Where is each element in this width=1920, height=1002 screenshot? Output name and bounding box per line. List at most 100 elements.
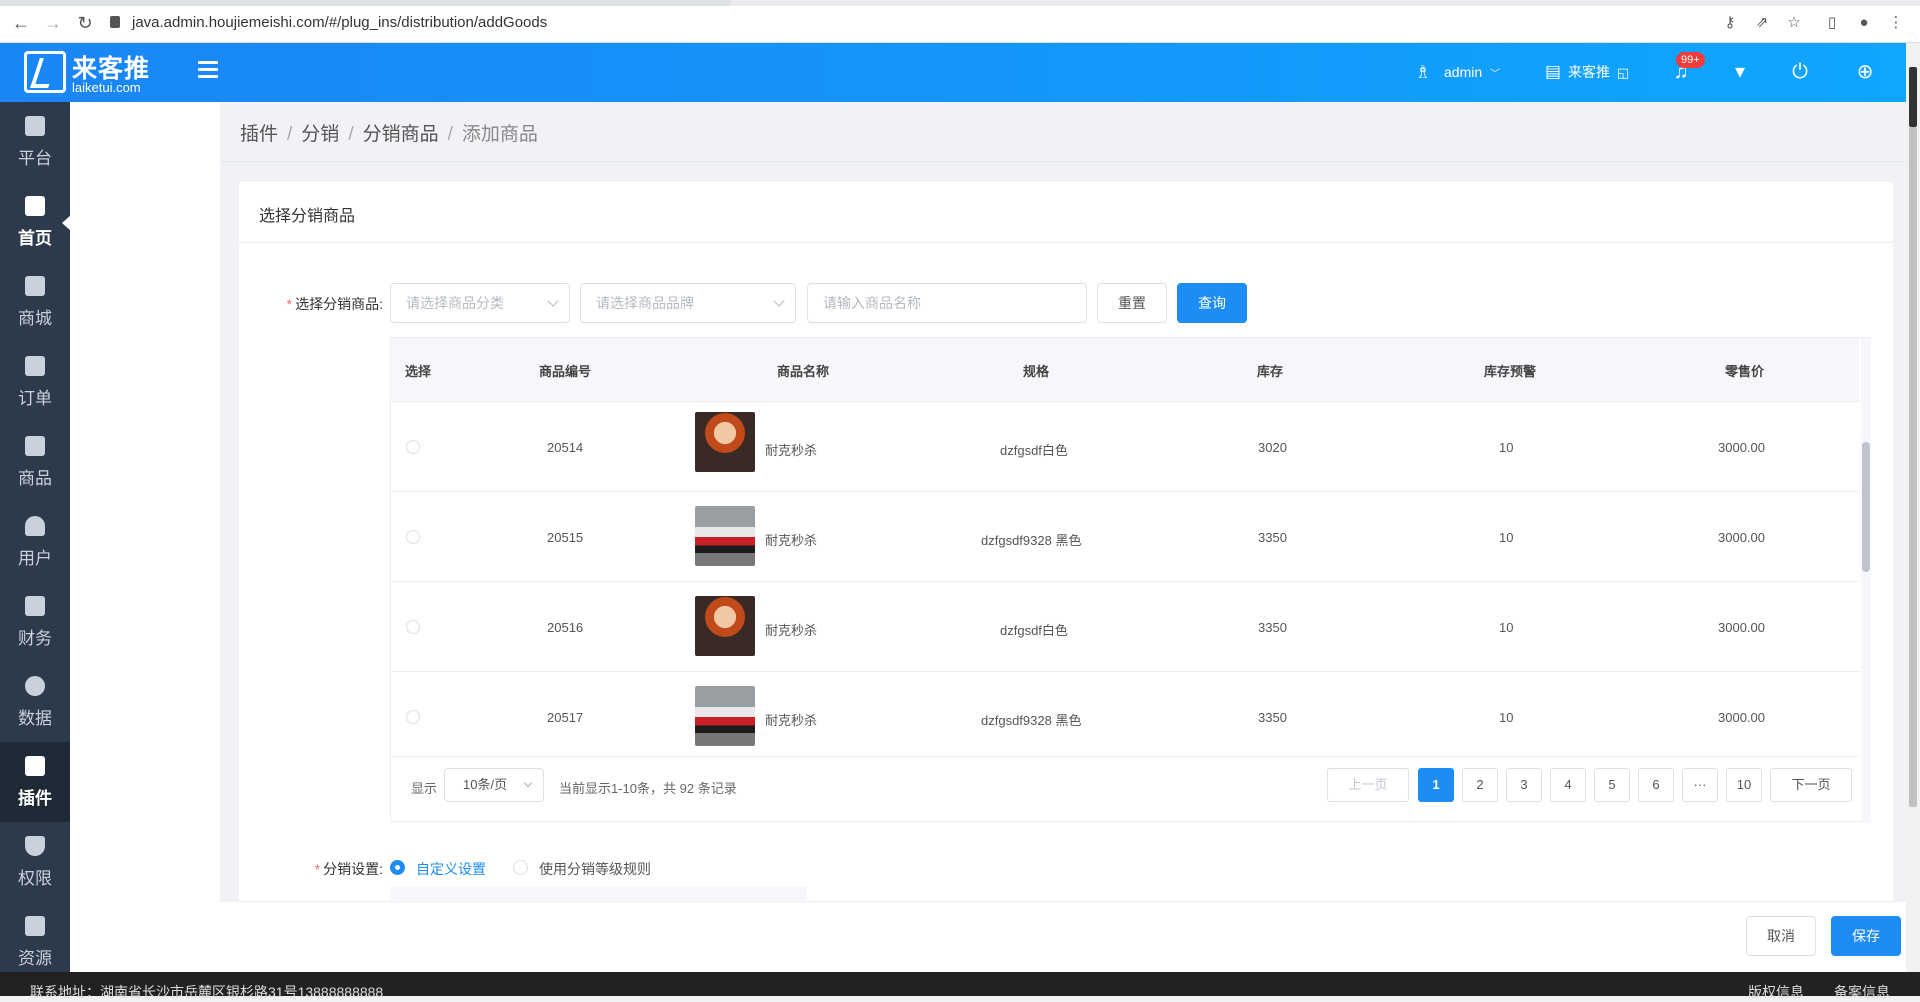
logo-icon[interactable] [24, 51, 66, 93]
goods-thumbnail [695, 506, 755, 566]
required-asterisk: * [286, 296, 293, 312]
col-goods-name: 商品名称 [777, 364, 830, 379]
breadcrumb-item-distribution[interactable]: 分销 [301, 124, 339, 145]
cancel-button[interactable]: 取消 [1746, 916, 1816, 956]
power-icon[interactable]: ⏻ [1787, 60, 1813, 84]
sidebar-item-label: 订单 [18, 389, 52, 408]
side-panel-icon[interactable]: ▯ [1822, 12, 1842, 34]
row-select-radio[interactable] [406, 710, 420, 724]
sidebar-item-orders[interactable]: 订单 [0, 342, 70, 422]
key-icon[interactable]: ⚷ [1720, 12, 1740, 34]
footer-record-link[interactable]: 备案信息 [1834, 982, 1890, 1002]
goods-name-input[interactable]: 请输入商品名称 [807, 283, 1087, 323]
sidebar-item-finance[interactable]: 财务 [0, 582, 70, 662]
goods-stock-warning: 10 [1499, 440, 1514, 455]
row-select-radio[interactable] [406, 620, 420, 634]
share-icon[interactable]: ⇗ [1752, 12, 1772, 34]
back-arrow-icon[interactable]: ← [10, 12, 32, 34]
table-row[interactable]: 20514 耐克秒杀 dzfgsdf白色 3020 10 3000.00 [391, 402, 1859, 492]
radio-unchecked [513, 860, 528, 875]
sidebar-item-users[interactable]: 用户 [0, 502, 70, 582]
browser-chrome: ← → ↻ java.admin.houjiemeishi.com/#/plug… [0, 0, 1920, 43]
store-name: 来客推 [1568, 64, 1610, 80]
platform-icon [25, 116, 45, 136]
goods-stock-warning: 10 [1499, 620, 1514, 635]
goods-name: 耐克秒杀 [765, 713, 818, 728]
browser-tab-gap [730, 0, 1920, 6]
bookmark-star-icon[interactable]: ☆ [1784, 12, 1804, 34]
card-title: 选择分销商品 [259, 208, 356, 225]
query-button[interactable]: 查询 [1177, 283, 1247, 323]
menu-toggle-icon[interactable] [198, 61, 218, 79]
browser-menu-icon[interactable]: ⋮ [1886, 12, 1906, 34]
sidebar-item-label: 平台 [18, 149, 52, 168]
distribution-label-text: 分销设置: [323, 861, 383, 877]
radio-custom-setting[interactable]: 自定义设置 [390, 859, 500, 877]
breadcrumb-separator: / [348, 124, 354, 145]
page-button-1[interactable]: 1 [1418, 768, 1454, 802]
table-scrollbar[interactable] [1861, 338, 1871, 821]
user-menu[interactable]: admin ﹀ [1444, 61, 1500, 86]
page-scrollbar-thumb[interactable] [1909, 127, 1917, 807]
row-select-radio[interactable] [406, 530, 420, 544]
page-ellipsis-button[interactable]: ··· [1682, 768, 1718, 802]
sidebar-item-home[interactable]: 首页 [0, 182, 70, 262]
select-goods-card: 选择分销商品 * 选择分销商品: 请选择商品分类 请选择商品品牌 请输入商品名称 … [239, 182, 1893, 902]
page-button-4[interactable]: 4 [1550, 768, 1586, 802]
breadcrumb-item-plugins[interactable]: 插件 [240, 124, 278, 145]
shirt-icon[interactable]: ▾ [1727, 60, 1753, 84]
category-select[interactable]: 请选择商品分类 [390, 283, 570, 323]
brand-select-placeholder: 请选择商品品牌 [596, 295, 694, 311]
goods-thumbnail [695, 686, 755, 746]
sidebar-item-plugins[interactable]: 插件 [0, 742, 70, 822]
sidebar-item-data[interactable]: 数据 [0, 662, 70, 742]
page-size-select[interactable]: 10条/页 [444, 768, 544, 802]
user-name: admin [1444, 64, 1483, 80]
footer-copyright-link[interactable]: 版权信息 [1748, 982, 1804, 1002]
goods-stock: 3020 [1258, 440, 1287, 455]
reset-button[interactable]: 重置 [1097, 283, 1167, 323]
goods-price: 3000.00 [1718, 530, 1765, 545]
browser-tabstrip [0, 0, 1920, 6]
col-stock: 库存 [1257, 364, 1284, 379]
sidebar-item-label: 数据 [18, 709, 52, 728]
page-scrollbar-top[interactable] [1909, 67, 1917, 127]
sidebar-item-goods[interactable]: 商品 [0, 422, 70, 502]
row-select-radio[interactable] [406, 440, 420, 454]
table-header: 选择 商品编号 商品名称 规格 库存 库存预警 零售价 [391, 338, 1859, 402]
prev-page-button[interactable]: 上一页 [1327, 768, 1409, 802]
filter-label-text: 选择分销商品: [295, 296, 383, 312]
save-button[interactable]: 保存 [1831, 916, 1901, 956]
page-button-2[interactable]: 2 [1462, 768, 1498, 802]
next-page-button[interactable]: 下一页 [1770, 768, 1852, 802]
profile-icon[interactable]: ● [1854, 12, 1874, 34]
table-row[interactable]: 20517 耐克秒杀 dzfgsdf9328 黑色 3350 10 3000.0… [391, 672, 1859, 757]
page-button-3[interactable]: 3 [1506, 768, 1542, 802]
store-link[interactable]: 来客推 ◱ [1568, 61, 1629, 84]
page-button-5[interactable]: 5 [1594, 768, 1630, 802]
forward-arrow-icon[interactable]: → [42, 12, 64, 34]
address-bar[interactable]: java.admin.houjiemeishi.com/#/plug_ins/d… [110, 11, 1710, 35]
shield-icon [25, 836, 45, 856]
sidebar-item-mall[interactable]: 商城 [0, 262, 70, 342]
globe-icon[interactable]: ⊕ [1852, 60, 1878, 84]
brand-select[interactable]: 请选择商品品牌 [580, 283, 796, 323]
table-row[interactable]: 20516 耐克秒杀 dzfgsdf白色 3350 10 3000.00 [391, 582, 1859, 672]
sidebar-item-platform[interactable]: 平台 [0, 102, 70, 182]
breadcrumb-item-distribution-goods[interactable]: 分销商品 [363, 124, 439, 145]
reload-icon[interactable]: ↻ [74, 12, 96, 34]
page-button-10[interactable]: 10 [1726, 768, 1762, 802]
goods-thumbnail [695, 596, 755, 656]
radio-level-rule[interactable]: 使用分销等级规则 [513, 859, 673, 877]
chevron-down-icon: ﹀ [1490, 69, 1501, 80]
page-button-6[interactable]: 6 [1638, 768, 1674, 802]
notification-badge: 99+ [1676, 52, 1705, 68]
sidebar-item-permissions[interactable]: 权限 [0, 822, 70, 902]
page-scrollbar[interactable] [1906, 43, 1920, 972]
table-scrollbar-thumb[interactable] [1862, 442, 1870, 572]
goods-price: 3000.00 [1718, 620, 1765, 635]
breadcrumb-item-add-goods: 添加商品 [461, 124, 538, 145]
sub-navigation-panel [70, 102, 220, 972]
table-row[interactable]: 20515 耐克秒杀 dzfgsdf9328 黑色 3350 10 3000.0… [391, 492, 1859, 582]
sidebar-item-resources[interactable]: 资源 [0, 902, 70, 982]
